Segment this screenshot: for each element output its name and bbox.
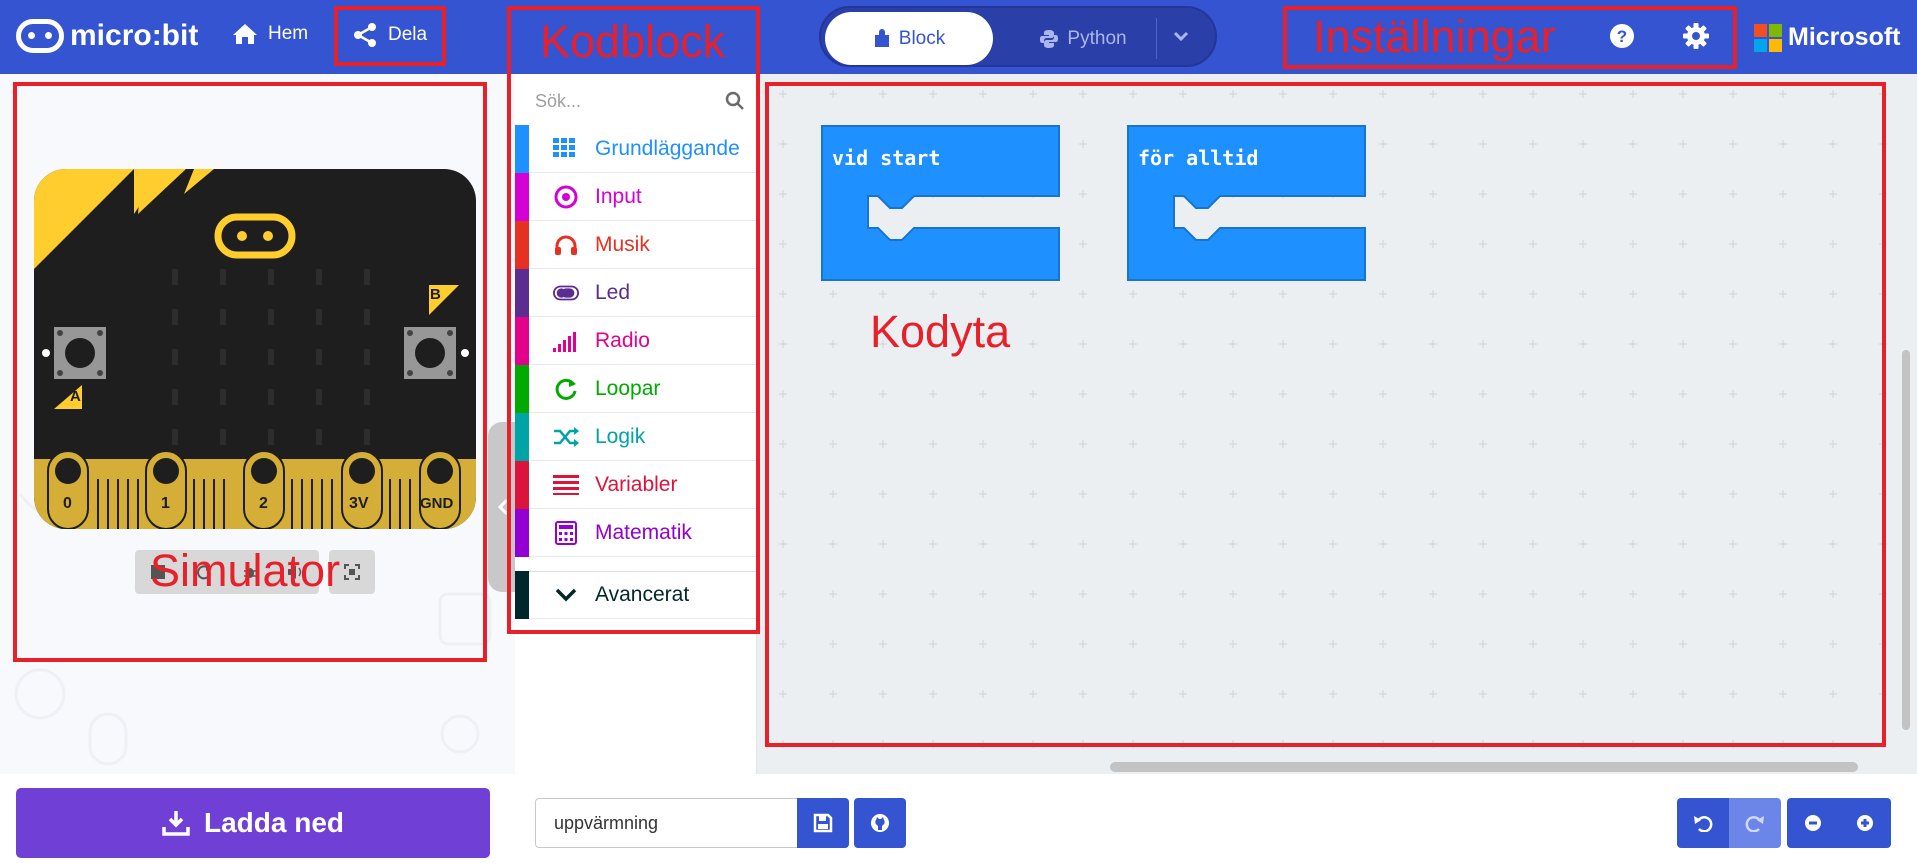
undo-button[interactable] bbox=[1677, 798, 1729, 848]
redo-icon bbox=[1745, 816, 1764, 832]
puzzle-icon bbox=[874, 28, 889, 47]
save-icon bbox=[813, 813, 833, 833]
python-mode-button[interactable]: Python bbox=[1003, 12, 1163, 65]
save-button[interactable] bbox=[797, 798, 849, 848]
simulator-annotation-label: Simulator bbox=[150, 545, 341, 596]
brand-name: micro:bit bbox=[70, 19, 199, 52]
home-icon bbox=[233, 24, 257, 44]
github-button[interactable] bbox=[854, 798, 906, 848]
download-icon bbox=[162, 811, 190, 836]
microsoft-logo[interactable]: Microsoft bbox=[1754, 23, 1901, 52]
vertical-scrollbar[interactable] bbox=[1902, 350, 1910, 730]
horizontal-scrollbar[interactable] bbox=[1110, 762, 1858, 772]
undo-icon bbox=[1694, 816, 1713, 832]
python-icon bbox=[1040, 29, 1059, 48]
blocks-mode-button[interactable]: Block bbox=[825, 12, 993, 65]
home-button[interactable]: Hem bbox=[232, 22, 308, 46]
download-button[interactable]: Ladda ned bbox=[16, 788, 490, 858]
python-mode-label: Python bbox=[1067, 27, 1127, 49]
kodyta-annotation-box bbox=[765, 82, 1886, 747]
language-dropdown-button[interactable] bbox=[1171, 26, 1191, 51]
kodyta-annotation-label: Kodyta bbox=[870, 306, 1011, 357]
mode-divider bbox=[1156, 18, 1157, 59]
kodblock-annotation-box bbox=[507, 6, 760, 634]
zoom-out-button[interactable] bbox=[1787, 798, 1839, 848]
kodblock-annotation-label: Kodblock bbox=[540, 16, 726, 67]
plus-circle-icon bbox=[1857, 815, 1873, 831]
microsoft-label: Microsoft bbox=[1788, 23, 1901, 51]
blocks-mode-label: Block bbox=[898, 27, 946, 49]
zoom-in-button[interactable] bbox=[1839, 798, 1891, 848]
installningar-annotation-label: Inställningar bbox=[1313, 11, 1556, 62]
github-icon bbox=[871, 814, 889, 832]
share-annotation-box bbox=[334, 6, 446, 66]
microbit-logo-icon bbox=[16, 19, 64, 53]
minus-circle-icon bbox=[1805, 815, 1821, 831]
redo-button[interactable] bbox=[1729, 798, 1781, 848]
download-label: Ladda ned bbox=[203, 807, 344, 838]
microsoft-logo-icon bbox=[1754, 23, 1782, 52]
chevron-down-icon bbox=[1173, 31, 1189, 42]
microbit-logo[interactable]: micro:bit bbox=[16, 19, 198, 53]
editor-mode-toggle: Block Python bbox=[819, 6, 1217, 67]
project-name-input[interactable] bbox=[535, 798, 797, 848]
home-label: Hem bbox=[268, 23, 309, 44]
